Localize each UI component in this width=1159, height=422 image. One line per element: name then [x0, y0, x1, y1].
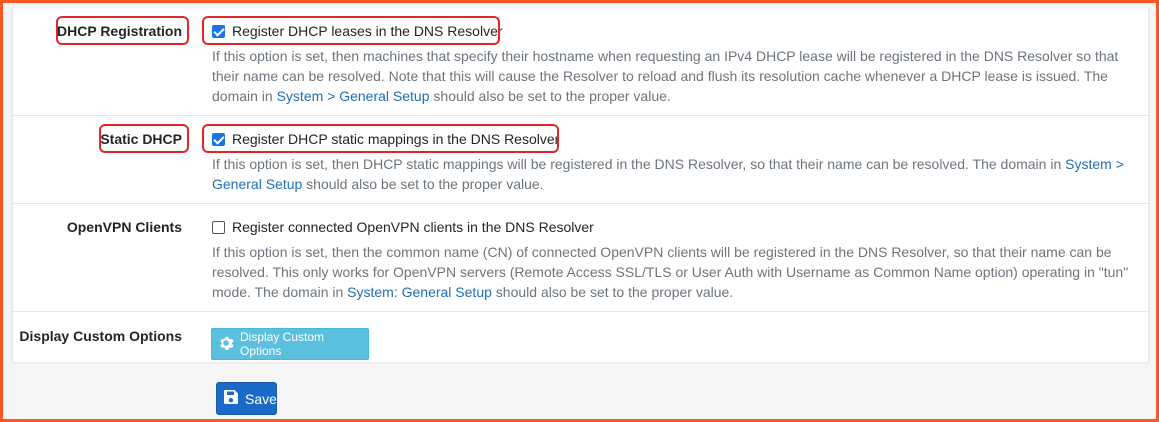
checkbox-unchecked-icon[interactable]: [212, 220, 225, 234]
save-button[interactable]: Save: [216, 382, 277, 415]
row-custom-options: Display Custom Options Display Custom Op…: [13, 311, 1150, 362]
help-suffix: should also be set to the proper value.: [302, 176, 544, 192]
openvpn-clients-label: OpenVPN Clients: [66, 219, 182, 235]
gear-icon: [218, 335, 234, 354]
openvpn-clients-checkbox-label: Register connected OpenVPN clients in th…: [232, 219, 594, 235]
save-button-label: Save: [245, 390, 277, 407]
highlight-dhcp-registration-checkbox: [202, 16, 500, 45]
general-setup-link[interactable]: System > General Setup: [277, 88, 430, 104]
highlight-static-dhcp-checkbox: [202, 124, 559, 153]
openvpn-clients-checkbox[interactable]: Register connected OpenVPN clients in th…: [212, 219, 594, 235]
help-suffix: should also be set to the proper value.: [491, 284, 734, 300]
highlight-static-dhcp-label: [99, 124, 189, 153]
openvpn-clients-help: If this option is set, then the common n…: [212, 242, 1137, 302]
page-frame: DHCP Registration Register DHCP leases i…: [0, 0, 1159, 422]
display-custom-options-button[interactable]: Display Custom Options: [211, 328, 369, 360]
display-custom-options-button-label: Display Custom Options: [240, 330, 325, 358]
row-openvpn-clients: OpenVPN Clients Register connected OpenV…: [13, 203, 1150, 311]
dhcp-registration-help: If this option is set, then machines tha…: [212, 46, 1137, 106]
floppy-disk-icon: [223, 389, 239, 408]
highlight-dhcp-registration-label: [56, 16, 189, 45]
static-dhcp-help: If this option is set, then DHCP static …: [212, 154, 1137, 194]
help-suffix: should also be set to the proper value.: [429, 88, 671, 104]
help-text: If this option is set, then DHCP static …: [212, 156, 1066, 172]
settings-panel: DHCP Registration Register DHCP leases i…: [12, 8, 1150, 362]
general-setup-link[interactable]: System: General Setup: [347, 284, 492, 300]
custom-options-label: Display Custom Options: [19, 328, 182, 344]
